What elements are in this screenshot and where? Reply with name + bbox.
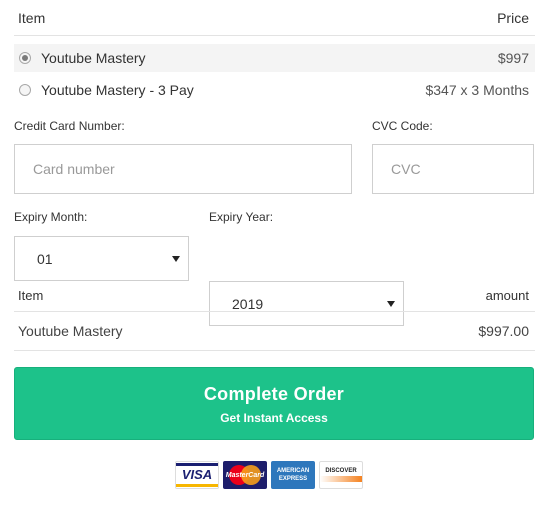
cta-title: Complete Order (203, 384, 345, 404)
complete-order-button[interactable]: Complete Order Get Instant Access (14, 367, 534, 440)
summary-row-amount: $997.00 (478, 323, 529, 339)
discover-logo-icon: DISCOVER (319, 461, 363, 489)
visa-logo-icon: VISA (175, 461, 219, 489)
cvc-label: CVC Code: (372, 119, 433, 133)
mastercard-logo-text: MasterCard (225, 471, 265, 479)
card-number-input[interactable]: Card number (14, 144, 352, 194)
cvc-input[interactable]: CVC (372, 144, 534, 194)
products-price-header: Price (497, 10, 529, 26)
radio-button-selected[interactable] (19, 52, 31, 64)
amex-logo-icon: AMERICAN EXPRESS (271, 461, 315, 489)
discover-orange-band (320, 476, 362, 482)
expiry-month-value: 01 (37, 250, 53, 267)
accepted-cards: VISA MasterCard AMERICAN EXPRESS DISCOVE… (175, 461, 363, 489)
expiry-year-value: 2019 (232, 295, 264, 312)
divider (14, 35, 535, 36)
card-number-label: Credit Card Number: (14, 119, 125, 133)
divider (14, 350, 535, 351)
radio-button[interactable] (19, 84, 31, 96)
amex-logo-text-line1: AMERICAN (276, 468, 310, 474)
expiry-year-select[interactable]: 2019 (209, 281, 404, 326)
cvc-placeholder: CVC (391, 161, 421, 177)
expiry-month-label: Expiry Month: (14, 210, 88, 224)
caret-down-icon (387, 300, 395, 307)
product-option-youtube-mastery[interactable]: Youtube Mastery $997 (14, 44, 535, 72)
summary-amount-header: amount (485, 288, 529, 303)
visa-band-bottom (176, 484, 218, 487)
card-number-placeholder: Card number (33, 161, 115, 177)
product-option-price: $997 (497, 50, 529, 66)
product-option-label: Youtube Mastery (41, 50, 146, 66)
visa-logo-text: VISA (181, 467, 213, 482)
mastercard-logo-icon: MasterCard (223, 461, 267, 489)
product-option-price: $347 x 3 Months (425, 82, 529, 98)
amex-logo-text-line2: EXPRESS (278, 476, 308, 482)
expiry-month-select[interactable]: 01 (14, 236, 189, 281)
product-option-youtube-mastery-3-pay[interactable]: Youtube Mastery - 3 Pay $347 x 3 Months (14, 76, 535, 104)
summary-item-header: Item (18, 288, 44, 303)
discover-logo-text: DISCOVER (325, 468, 357, 474)
caret-down-icon (172, 255, 180, 262)
product-option-label: Youtube Mastery - 3 Pay (41, 82, 194, 98)
summary-row-item: Youtube Mastery (18, 323, 123, 339)
divider (14, 311, 535, 312)
products-item-header: Item (18, 10, 46, 26)
cta-subtitle: Get Instant Access (220, 411, 328, 425)
expiry-year-label: Expiry Year: (209, 210, 274, 224)
